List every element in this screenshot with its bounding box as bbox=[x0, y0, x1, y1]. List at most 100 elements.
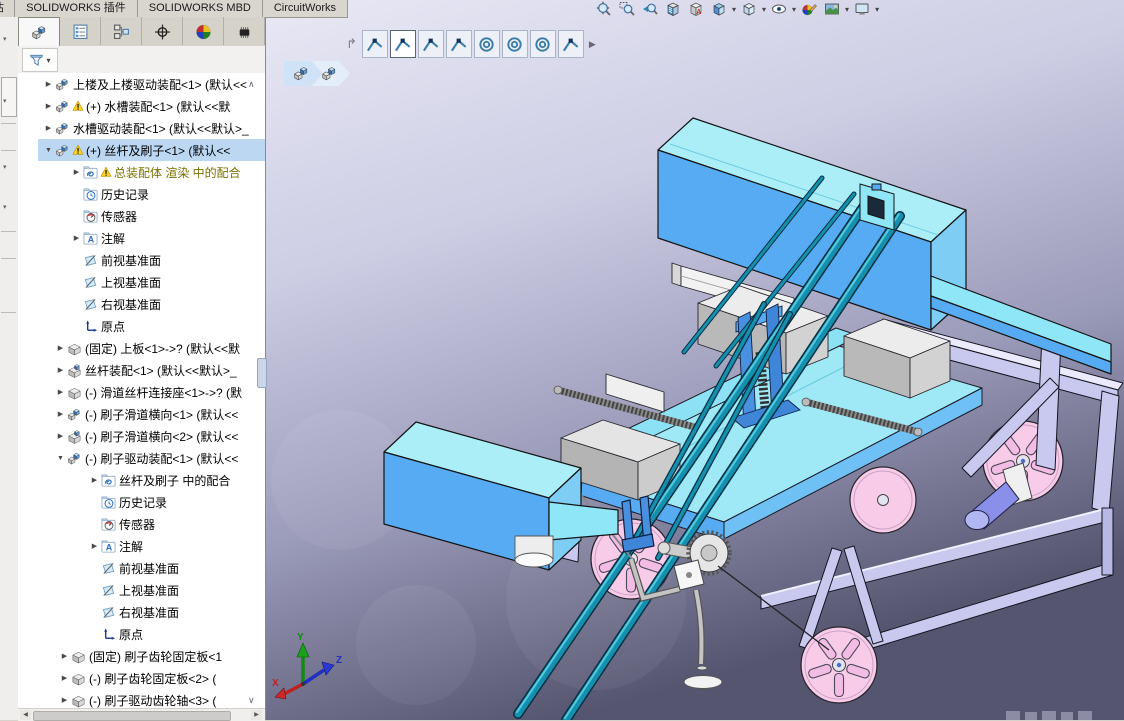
edit-appearance-button[interactable] bbox=[799, 1, 819, 18]
menu-tab-solidworks-mbd[interactable]: SOLIDWORKS MBD bbox=[137, 0, 263, 17]
tree-row-label: (-) 刷子驱动齿轮轴<3> ( bbox=[89, 693, 217, 708]
tree-row[interactable]: ▶ 丝杆及刷子 中的配合 bbox=[18, 469, 265, 491]
expand-arrow[interactable]: ▶ bbox=[54, 410, 67, 418]
menu-tab-clipped[interactable]: 估 bbox=[0, 0, 16, 17]
hide-show-items-button[interactable] bbox=[769, 1, 789, 18]
tree-row[interactable]: 前视基准面 bbox=[18, 557, 265, 579]
expand-arrow[interactable]: ▶ bbox=[88, 542, 101, 550]
scroll-right-icon[interactable]: ▶ bbox=[251, 710, 262, 720]
jump-back-icon[interactable]: ↱ bbox=[346, 36, 357, 52]
concentric-mate-button[interactable] bbox=[473, 30, 500, 58]
tree-row[interactable]: ▼ (+) 丝杆及刷子<1> (默认<< bbox=[18, 139, 265, 161]
view-orientation-button[interactable] bbox=[709, 1, 729, 18]
tree-row[interactable]: 前视基准面 bbox=[18, 249, 265, 271]
scroll-left-icon[interactable]: ◀ bbox=[20, 710, 31, 720]
expand-arrow[interactable]: ▶ bbox=[70, 168, 83, 176]
coincident-mate-button[interactable] bbox=[557, 30, 584, 58]
filter-button[interactable]: ▾ bbox=[22, 48, 58, 72]
strip-caret[interactable]: ▾ bbox=[3, 163, 7, 171]
tree-row[interactable]: ▶ 丝杆装配<1> (默认<<默认>_ bbox=[18, 359, 265, 381]
tree-row[interactable]: 历史记录 bbox=[18, 183, 265, 205]
expand-arrow[interactable]: ▶ bbox=[70, 234, 83, 242]
panel-tab-dimxpertmanager[interactable] bbox=[142, 17, 183, 45]
toolbar-expand-icon[interactable]: ▶ bbox=[589, 39, 596, 50]
concentric-mate-button[interactable] bbox=[529, 30, 556, 58]
tree-row[interactable]: ▶ 水槽驱动装配<1> (默认<<默认>_ bbox=[18, 117, 265, 139]
dropdown-caret[interactable]: ▾ bbox=[732, 5, 736, 14]
panel-splitter-handle[interactable] bbox=[257, 358, 267, 388]
expand-arrow[interactable]: ▶ bbox=[54, 366, 67, 374]
plane-icon bbox=[101, 561, 116, 576]
configurationmanager-icon bbox=[113, 23, 130, 40]
panel-tab-featuremanager[interactable] bbox=[18, 17, 60, 47]
tree-row[interactable]: ▶ (-) 刷子齿轮固定板<2> ( bbox=[18, 667, 265, 689]
tree-row[interactable]: ▶ (-) 刷子滑道横向<1> (默认<< bbox=[18, 403, 265, 425]
expand-arrow[interactable]: ▶ bbox=[54, 344, 67, 352]
apply-scene-button[interactable] bbox=[822, 1, 842, 18]
assembly-icon bbox=[55, 99, 70, 114]
tree-row[interactable]: ▶ (-) 滑道丝杆连接座<1>->? (默 bbox=[18, 381, 265, 403]
tree-row[interactable]: ▶ 总装配体 渲染 中的配合 bbox=[18, 161, 265, 183]
dropdown-caret[interactable]: ▾ bbox=[845, 5, 849, 14]
expand-arrow[interactable]: ▶ bbox=[58, 696, 71, 704]
panel-tab-circuitworks[interactable] bbox=[224, 17, 265, 45]
tree-row[interactable]: 历史记录 bbox=[18, 491, 265, 513]
graphics-area[interactable]: X Y Z ▾ ▾ ▾ ▾ ▾ ↱ ▶ bbox=[265, 0, 1124, 720]
tree-row[interactable]: 右视基准面 bbox=[18, 601, 265, 623]
expand-arrow[interactable]: ▶ bbox=[58, 674, 71, 682]
panel-tab-displaymanager[interactable] bbox=[183, 17, 224, 45]
tree-row[interactable]: ▼ (-) 刷子驱动装配<1> (默认<< bbox=[18, 447, 265, 469]
menu-tab-circuitworks[interactable]: CircuitWorks bbox=[262, 0, 348, 17]
tree-row[interactable]: ▶ 注解 bbox=[18, 535, 265, 557]
coincident-mate-button[interactable] bbox=[361, 30, 388, 58]
coincident-mate-button[interactable] bbox=[417, 30, 444, 58]
view-settings-button[interactable] bbox=[852, 1, 872, 18]
view-annotations-button[interactable] bbox=[686, 1, 706, 18]
strip-caret[interactable]: ▾ bbox=[3, 97, 7, 105]
dropdown-caret[interactable]: ▾ bbox=[875, 5, 879, 14]
display-style-button[interactable] bbox=[739, 1, 759, 18]
tree-row[interactable]: ▶ 上楼及上楼驱动装配<1> (默认<< bbox=[18, 73, 265, 95]
expand-arrow[interactable]: ▶ bbox=[42, 102, 55, 110]
horizontal-scrollbar[interactable]: ◀ ▶ bbox=[18, 708, 265, 721]
tree-row[interactable]: 原点 bbox=[18, 623, 265, 645]
tree-row[interactable]: 传感器 bbox=[18, 205, 265, 227]
filter-row: ▾ bbox=[18, 46, 265, 74]
tree-row[interactable]: 传感器 bbox=[18, 513, 265, 535]
zoom-to-area-button[interactable] bbox=[617, 1, 637, 18]
strip-caret[interactable]: ▾ bbox=[3, 203, 7, 211]
expand-arrow[interactable]: ▶ bbox=[42, 124, 55, 132]
strip-caret[interactable]: ▾ bbox=[3, 35, 7, 43]
watermark-partial bbox=[1006, 711, 1092, 720]
tree-row[interactable]: ▶ (固定) 上板<1>->? (默认<<默 bbox=[18, 337, 265, 359]
expand-arrow[interactable]: ▶ bbox=[54, 432, 67, 440]
tree-row[interactable]: ▶ (+) 水槽装配<1> (默认<<默 bbox=[18, 95, 265, 117]
zoom-to-fit-button[interactable] bbox=[594, 1, 614, 18]
tree-row[interactable]: 上视基准面 bbox=[18, 271, 265, 293]
expand-arrow[interactable]: ▼ bbox=[54, 455, 67, 462]
scroll-down-icon[interactable]: ∨ bbox=[248, 695, 255, 706]
tree-row[interactable]: ▶ (-) 刷子驱动齿轮轴<3> ( bbox=[18, 689, 265, 709]
expand-arrow[interactable]: ▶ bbox=[42, 80, 55, 88]
panel-tab-propertymanager[interactable] bbox=[60, 17, 101, 45]
expand-arrow[interactable]: ▶ bbox=[58, 652, 71, 660]
panel-tab-configurationmanager[interactable] bbox=[101, 17, 142, 45]
dropdown-caret[interactable]: ▾ bbox=[792, 5, 796, 14]
dropdown-caret[interactable]: ▾ bbox=[762, 5, 766, 14]
tree-row[interactable]: 原点 bbox=[18, 315, 265, 337]
tree-row[interactable]: 上视基准面 bbox=[18, 579, 265, 601]
coincident-mate-button[interactable] bbox=[445, 30, 472, 58]
menu-tab-solidworks-addins[interactable]: SOLIDWORKS 插件 bbox=[15, 0, 138, 17]
previous-view-button[interactable] bbox=[640, 1, 660, 18]
tree-row[interactable]: 右视基准面 bbox=[18, 293, 265, 315]
tree-row[interactable]: ▶ 注解 bbox=[18, 227, 265, 249]
tree-row[interactable]: ▶ (-) 刷子滑道横向<2> (默认<< bbox=[18, 425, 265, 447]
expand-arrow[interactable]: ▼ bbox=[42, 147, 55, 154]
concentric-mate-button[interactable] bbox=[501, 30, 528, 58]
expand-arrow[interactable]: ▶ bbox=[88, 476, 101, 484]
scroll-up-icon[interactable]: ∧ bbox=[248, 79, 255, 90]
section-view-button[interactable] bbox=[663, 1, 683, 18]
tree-row[interactable]: ▶ (固定) 刷子齿轮固定板<1 bbox=[18, 645, 265, 667]
expand-arrow[interactable]: ▶ bbox=[54, 388, 67, 396]
coincident-mate-button[interactable] bbox=[389, 30, 416, 58]
